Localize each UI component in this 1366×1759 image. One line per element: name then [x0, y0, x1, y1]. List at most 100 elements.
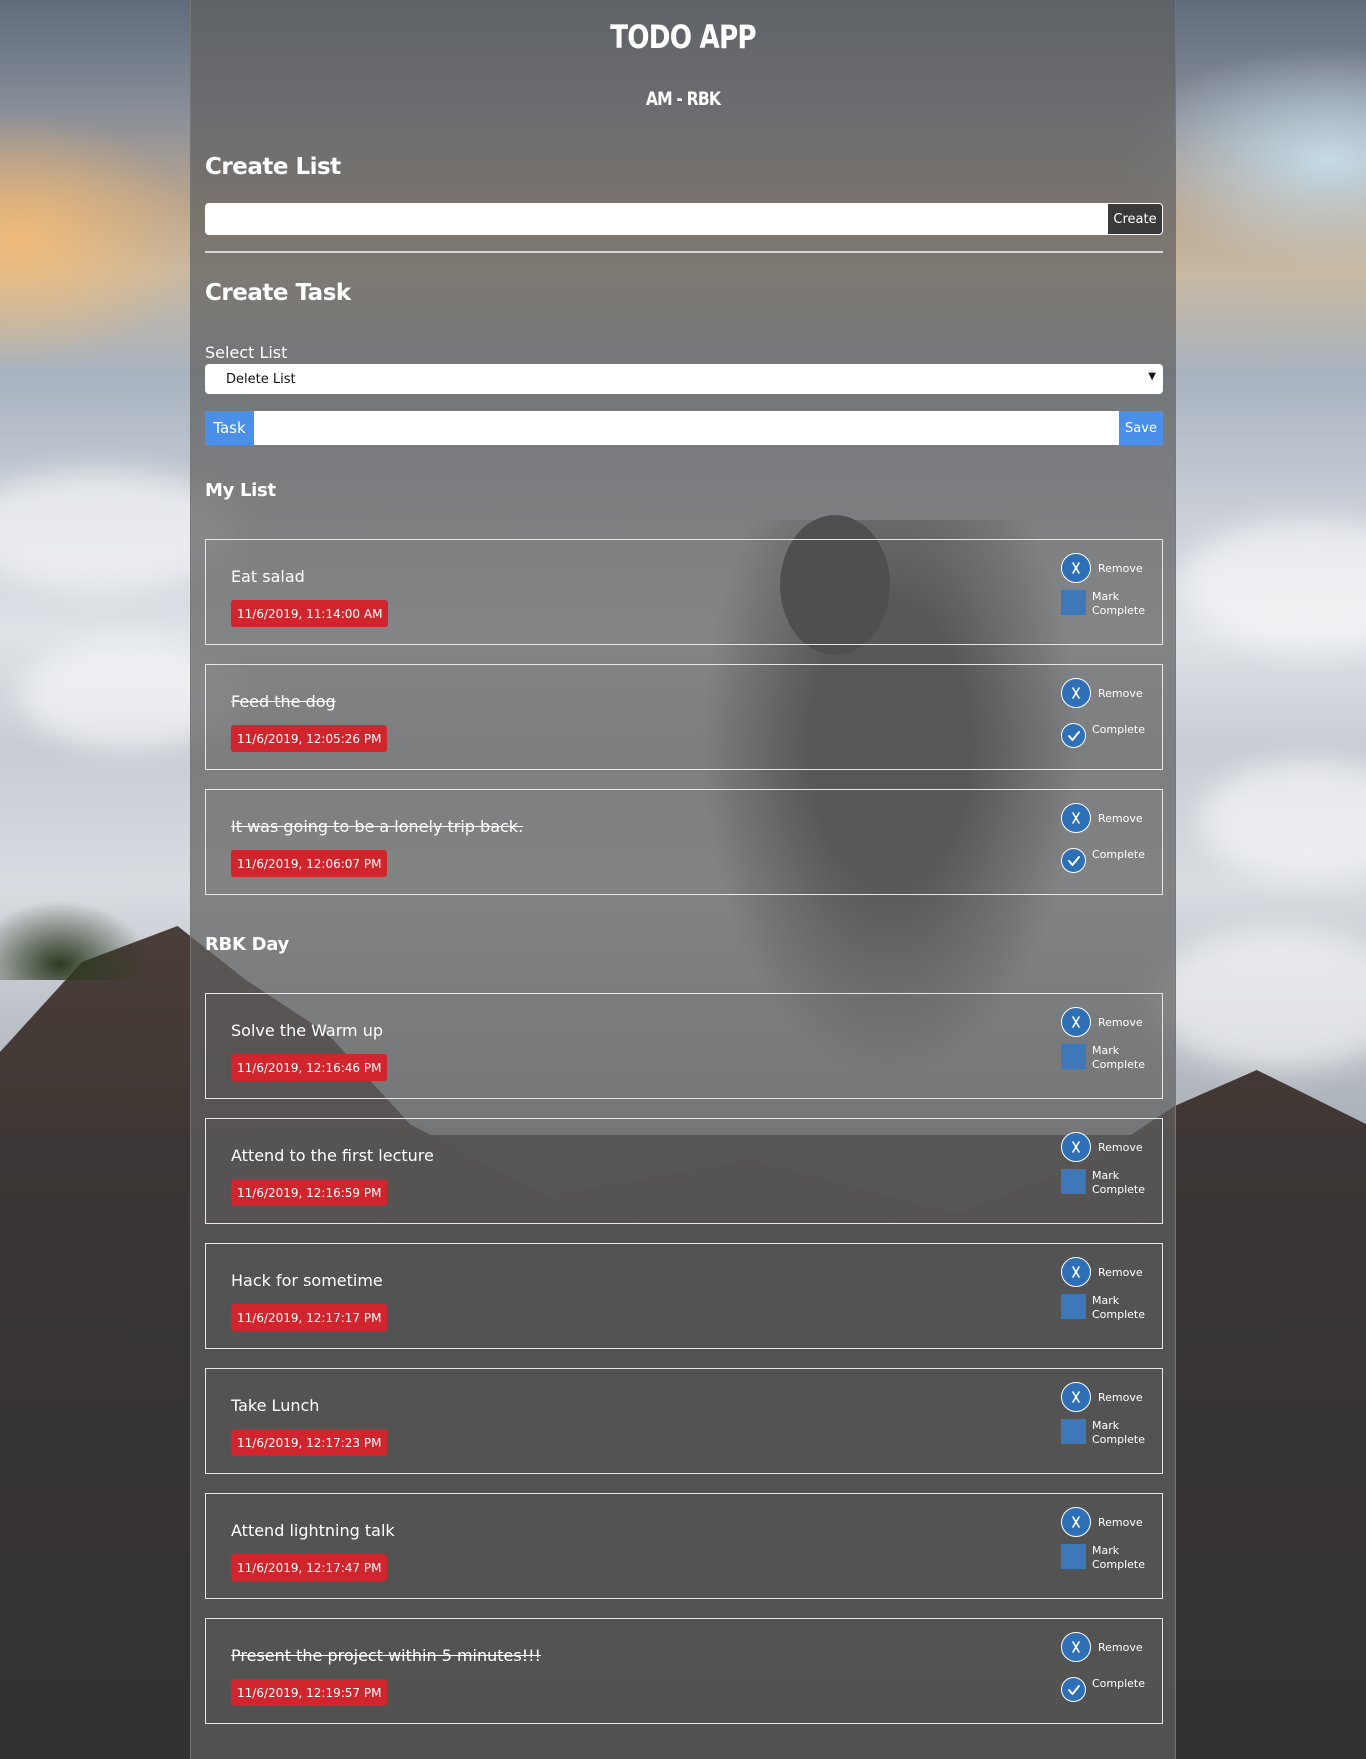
- completed-toggle[interactable]: [1061, 1677, 1086, 1702]
- completed-toggle[interactable]: [1061, 848, 1086, 873]
- task-date-badge: 11/6/2019, 12:19:57 PM: [231, 1679, 388, 1706]
- checkmark-icon: [1067, 1684, 1080, 1695]
- todo-panel: TODO APP AM - RBK Create List Create Cre…: [190, 0, 1176, 1759]
- mark-complete-label: Mark Complete: [1092, 590, 1145, 618]
- checkmark-icon: [1067, 855, 1080, 866]
- task-date-badge: 11/6/2019, 11:14:00 AM: [231, 600, 389, 627]
- task-card: Solve the Warm up 11/6/2019, 12:16:46 PM…: [205, 993, 1163, 1099]
- x-icon: [1072, 1641, 1080, 1653]
- background-trees: [0, 900, 150, 980]
- list-title: My List: [205, 480, 276, 501]
- remove-label: Remove: [1098, 562, 1143, 575]
- remove-label: Remove: [1098, 1266, 1143, 1279]
- app-subtitle: AM - RBK: [645, 88, 721, 110]
- remove-label: Remove: [1098, 1391, 1143, 1404]
- remove-label: Remove: [1098, 812, 1143, 825]
- remove-button[interactable]: [1061, 1507, 1091, 1537]
- select-list-label: Select List: [205, 343, 288, 362]
- x-icon: [1072, 562, 1080, 574]
- mark-complete-line2: Complete: [1092, 1433, 1146, 1446]
- task-date-badge: 11/6/2019, 12:06:07 PM: [231, 850, 388, 877]
- create-task-heading: Create Task: [205, 280, 351, 306]
- task-card: Attend lightning talk 11/6/2019, 12:17:4…: [205, 1493, 1163, 1599]
- remove-button[interactable]: [1061, 1632, 1091, 1662]
- remove-label: Remove: [1098, 1016, 1143, 1029]
- create-list-button[interactable]: Create: [1108, 204, 1162, 234]
- mark-complete-label: Mark Complete: [1092, 1419, 1145, 1447]
- dropdown-arrow-icon: ▼: [1148, 371, 1156, 382]
- mark-complete-checkbox[interactable]: [1061, 1169, 1086, 1194]
- checkmark-icon: [1067, 730, 1080, 741]
- remove-label: Remove: [1098, 1141, 1143, 1154]
- remove-button[interactable]: [1061, 1132, 1091, 1162]
- task-text: Attend lightning talk: [231, 1521, 395, 1540]
- remove-label: Remove: [1098, 1516, 1143, 1529]
- x-icon: [1072, 1266, 1080, 1278]
- task-date-badge: 11/6/2019, 12:05:26 PM: [231, 725, 388, 752]
- x-icon: [1072, 1391, 1080, 1403]
- task-text: Feed the dog: [231, 692, 336, 711]
- remove-button[interactable]: [1061, 1382, 1091, 1412]
- task-card: Attend to the first lecture 11/6/2019, 1…: [205, 1118, 1163, 1224]
- remove-button[interactable]: [1061, 803, 1091, 833]
- x-icon: [1072, 1141, 1080, 1153]
- task-card: Hack for sometime 11/6/2019, 12:17:17 PM…: [205, 1243, 1163, 1349]
- mark-complete-line2: Complete: [1092, 1308, 1146, 1321]
- mark-complete-line2: Complete: [1092, 1058, 1146, 1071]
- remove-button[interactable]: [1061, 553, 1091, 583]
- mark-complete-label: Mark Complete: [1092, 1294, 1145, 1322]
- mark-complete-line1: Mark: [1092, 590, 1120, 603]
- mark-complete-line2: Complete: [1092, 604, 1146, 617]
- task-text: Solve the Warm up: [231, 1021, 383, 1040]
- remove-label: Remove: [1098, 1641, 1143, 1654]
- list-select[interactable]: Delete List ▼: [205, 364, 1163, 394]
- task-card: Take Lunch 11/6/2019, 12:17:23 PM Remove…: [205, 1368, 1163, 1474]
- section-divider: [205, 251, 1163, 253]
- remove-button[interactable]: [1061, 678, 1091, 708]
- x-icon: [1072, 687, 1080, 699]
- list-name-input[interactable]: [205, 203, 1107, 235]
- task-text: Eat salad: [231, 567, 305, 586]
- mark-complete-checkbox[interactable]: [1061, 1419, 1086, 1444]
- create-list-heading: Create List: [205, 154, 341, 180]
- complete-label: Complete: [1092, 1677, 1146, 1690]
- mark-complete-checkbox[interactable]: [1061, 1544, 1086, 1569]
- task-text: Hack for sometime: [231, 1271, 383, 1290]
- list-select-value: Delete List: [226, 371, 296, 387]
- task-card: Feed the dog 11/6/2019, 12:05:26 PM Remo…: [205, 664, 1163, 770]
- mark-complete-label: Mark Complete: [1092, 1544, 1145, 1572]
- create-list-form: Create: [205, 203, 1163, 235]
- save-task-button[interactable]: Save: [1119, 411, 1163, 445]
- mark-complete-line1: Mark: [1092, 1169, 1120, 1182]
- mark-complete-line2: Complete: [1092, 1183, 1146, 1196]
- mark-complete-checkbox[interactable]: [1061, 1044, 1086, 1069]
- mark-complete-label: Mark Complete: [1092, 1169, 1145, 1197]
- list-title: RBK Day: [205, 934, 289, 955]
- remove-button[interactable]: [1061, 1007, 1091, 1037]
- app-title: TODO APP: [610, 18, 756, 56]
- mark-complete-line1: Mark: [1092, 1044, 1120, 1057]
- task-date-badge: 11/6/2019, 12:17:23 PM: [231, 1429, 388, 1456]
- remove-label: Remove: [1098, 687, 1143, 700]
- task-text: Attend to the first lecture: [231, 1146, 434, 1165]
- task-date-badge: 11/6/2019, 12:17:17 PM: [231, 1304, 388, 1331]
- mark-complete-checkbox[interactable]: [1061, 590, 1086, 615]
- x-icon: [1072, 1516, 1080, 1528]
- task-input-label: Task: [205, 411, 254, 445]
- mark-complete-line1: Mark: [1092, 1544, 1120, 1557]
- completed-toggle[interactable]: [1061, 723, 1086, 748]
- create-task-form: Task Save: [205, 411, 1163, 445]
- task-input[interactable]: [254, 411, 1119, 445]
- task-card: Present the project within 5 minutes!!! …: [205, 1618, 1163, 1724]
- complete-label: Complete: [1092, 723, 1146, 736]
- x-icon: [1072, 1016, 1080, 1028]
- task-date-badge: 11/6/2019, 12:16:46 PM: [231, 1054, 388, 1081]
- mark-complete-label: Mark Complete: [1092, 1044, 1145, 1072]
- mark-complete-line1: Mark: [1092, 1419, 1120, 1432]
- mark-complete-checkbox[interactable]: [1061, 1294, 1086, 1319]
- task-date-badge: 11/6/2019, 12:17:47 PM: [231, 1554, 388, 1581]
- mark-complete-line2: Complete: [1092, 1558, 1146, 1571]
- remove-button[interactable]: [1061, 1257, 1091, 1287]
- x-icon: [1072, 812, 1080, 824]
- task-text: Take Lunch: [231, 1396, 320, 1415]
